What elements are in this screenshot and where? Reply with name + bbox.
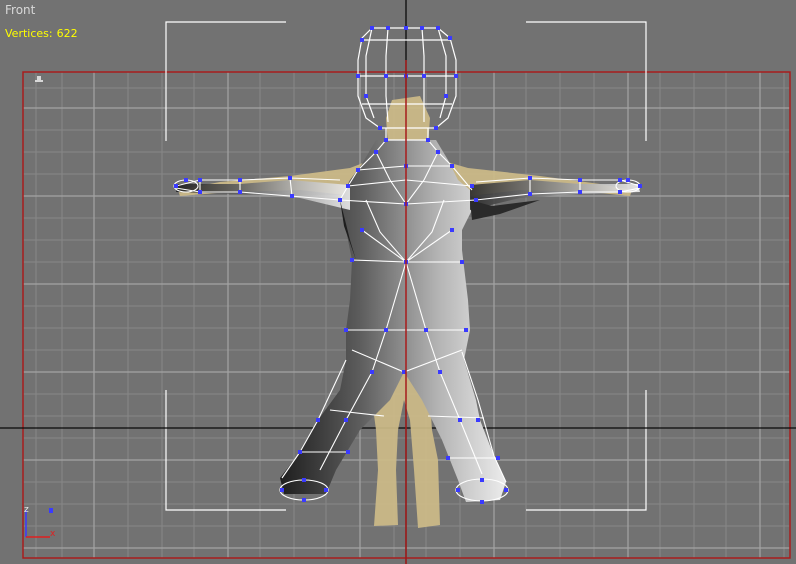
mesh-vertex: [638, 184, 642, 188]
mesh-vertex: [458, 418, 462, 422]
mesh-vertex: [346, 450, 350, 454]
mesh-vertex: [434, 126, 438, 130]
mesh-vertex: [446, 456, 450, 460]
mesh-vertex: [424, 328, 428, 332]
mesh-vertex: [528, 176, 532, 180]
mesh-vertex: [238, 190, 242, 194]
mesh-vertex: [470, 184, 474, 188]
mesh-vertex: [344, 328, 348, 332]
mesh-vertex: [578, 190, 582, 194]
mesh-vertex: [422, 74, 426, 78]
mesh-vertex: [356, 168, 360, 172]
mesh-vertex: [316, 418, 320, 422]
mesh-vertex: [618, 190, 622, 194]
mesh-vertex: [364, 94, 368, 98]
mesh-vertex: [350, 258, 354, 262]
mesh-vertex: [618, 178, 622, 182]
mesh-vertex: [288, 176, 292, 180]
vertex-count-value: 622: [56, 27, 78, 40]
mesh-vertex: [338, 198, 342, 202]
axis-z-label: z: [24, 505, 29, 515]
mesh-vertex: [454, 74, 458, 78]
mesh-vertex: [460, 260, 464, 264]
mesh-vertex: [280, 488, 284, 492]
mesh-vertex: [438, 370, 442, 374]
mesh-vertex: [626, 178, 630, 182]
mesh-vertex: [480, 500, 484, 504]
mesh-vertex: [420, 26, 424, 30]
mesh-vertex: [378, 126, 382, 130]
mesh-vertex: [198, 190, 202, 194]
mesh-vertex: [450, 228, 454, 232]
mesh-vertex: [464, 328, 468, 332]
mesh-vertex: [174, 184, 178, 188]
mesh-vertex: [496, 456, 500, 460]
mesh-vertex: [578, 178, 582, 182]
mesh-vertex: [404, 26, 408, 30]
mesh-vertex: [324, 488, 328, 492]
mesh-vertex: [302, 478, 306, 482]
mesh-vertex: [344, 418, 348, 422]
axis-x-label: x: [50, 529, 56, 539]
mesh-vertex: [298, 450, 302, 454]
mesh-vertex: [436, 26, 440, 30]
mesh-vertex: [374, 150, 378, 154]
viewport-label[interactable]: Front: [5, 3, 35, 17]
mesh-vertex: [386, 26, 390, 30]
viewport-canvas[interactable]: z x: [0, 0, 796, 564]
mesh-vertex: [426, 138, 430, 142]
mesh-vertex: [384, 74, 388, 78]
mesh-vertex: [474, 198, 478, 202]
mesh-vertex: [370, 26, 374, 30]
mesh-vertex: [384, 138, 388, 142]
mesh-vertex: [346, 184, 350, 188]
mesh-vertex: [290, 194, 294, 198]
mesh-vertex: [504, 488, 508, 492]
mesh-vertex: [238, 178, 242, 182]
mesh-vertex: [360, 228, 364, 232]
mesh-vertex: [198, 178, 202, 182]
mesh-vertex: [384, 328, 388, 332]
mesh-vertex: [450, 164, 454, 168]
mesh-vertex: [444, 94, 448, 98]
mesh-vertex: [528, 192, 532, 196]
mesh-vertex: [476, 418, 480, 422]
mesh-vertex: [184, 178, 188, 182]
vertex-count-stats: Vertices: 622: [5, 27, 78, 40]
mesh-vertex: [360, 38, 364, 42]
viewport-front[interactable]: z x Front Vertices: 622: [0, 0, 796, 564]
mesh-vertex: [480, 478, 484, 482]
vertex-count-label: Vertices:: [5, 27, 53, 40]
mesh-vertex: [356, 74, 360, 78]
mesh-vertex: [370, 370, 374, 374]
mesh-vertex: [456, 488, 460, 492]
mesh-vertex: [302, 498, 306, 502]
mesh-vertex: [436, 150, 440, 154]
mesh-vertex: [448, 36, 452, 40]
